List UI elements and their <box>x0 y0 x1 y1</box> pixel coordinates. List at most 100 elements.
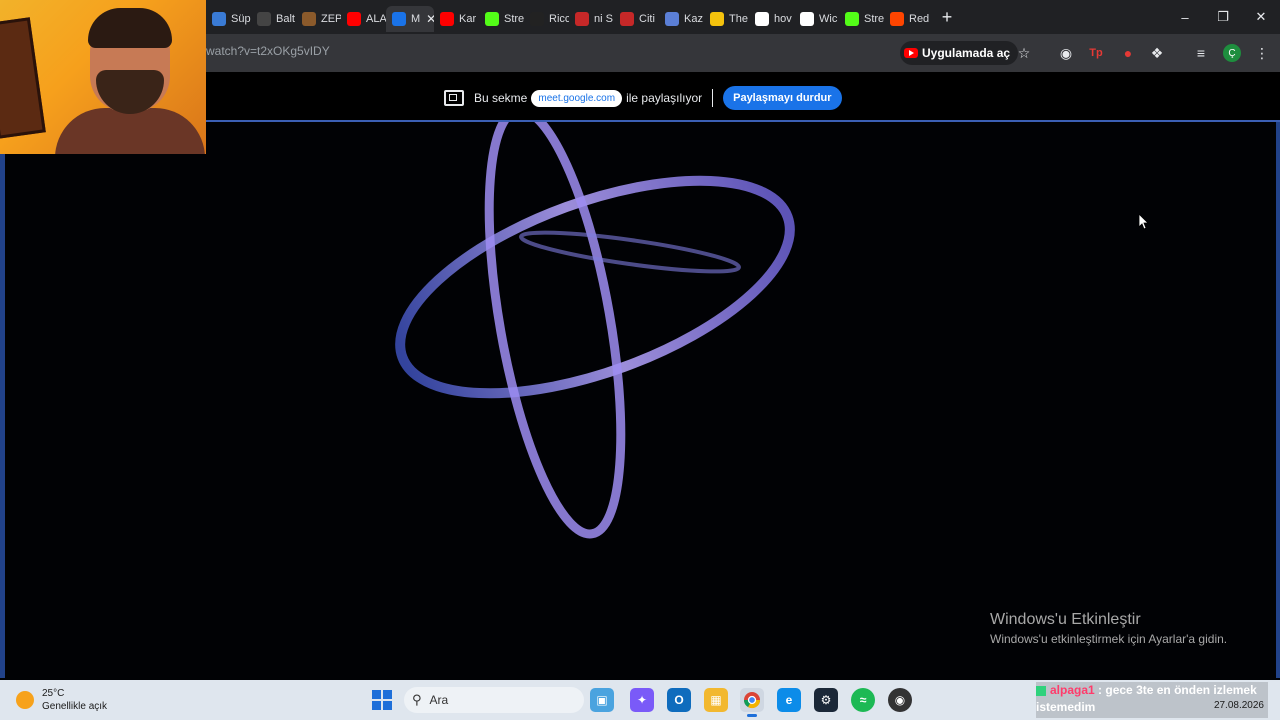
browser-tab[interactable]: ni S <box>569 6 614 32</box>
browser-tab[interactable]: Kaz <box>659 6 704 32</box>
reddit-icon <box>890 12 904 26</box>
tag-icon <box>800 12 814 26</box>
extension-tp-icon[interactable]: Tp <box>1086 43 1106 63</box>
activation-title: Windows'u Etkinleştir <box>990 611 1141 628</box>
spotify-icon[interactable]: ≈ <box>851 688 875 712</box>
browser-tab[interactable]: Kar <box>434 6 479 32</box>
browser-tab[interactable]: Balt <box>251 6 296 32</box>
note-icon <box>710 12 724 26</box>
browser-tab[interactable]: Stre <box>839 6 884 32</box>
browser-tab[interactable]: Stre <box>479 6 524 32</box>
stop-sharing-button[interactable]: Paylaşmayı durdur <box>723 86 842 110</box>
media-control-icon[interactable]: ≡ <box>1191 43 1211 63</box>
browser-tab[interactable]: Ricc <box>524 6 569 32</box>
kick-icon <box>845 12 859 26</box>
tab-label: Citi <box>639 13 655 25</box>
tab-sharing-bar: Bu sekme meet.google.com ile paylaşılıyo… <box>206 72 1280 120</box>
tab-list: Süp Balt ZEP ALA M ✕ Kar Stre Ricc ni S Citi Kaz The… <box>206 0 959 34</box>
tab-label: M <box>411 13 421 25</box>
temperature: 25°C <box>42 688 65 699</box>
tab-label: ni S <box>594 13 613 25</box>
meet-icon <box>392 12 406 26</box>
browser-tab[interactable]: Süp <box>206 6 251 32</box>
person-hair <box>88 8 172 48</box>
youtube-icon <box>904 48 918 58</box>
copilot-icon[interactable]: ✦ <box>630 688 654 712</box>
tab-label: Red <box>909 13 929 25</box>
steam-icon[interactable]: ⚙ <box>814 688 838 712</box>
doc-icon <box>665 12 679 26</box>
new-tab-icon[interactable]: + <box>935 7 959 28</box>
browser-tab[interactable]: M ✕ <box>386 6 434 32</box>
menu-kebab-icon[interactable]: ⋮ <box>1252 43 1272 63</box>
browser-tab[interactable]: ALA <box>341 6 386 32</box>
close-icon[interactable]: ✕ <box>1242 0 1280 34</box>
browser-tab[interactable]: Red <box>884 6 929 32</box>
chat-username: alpaga1 <box>1050 683 1095 697</box>
minimize-icon[interactable]: – <box>1166 0 1204 34</box>
browser-tab[interactable]: Wic <box>794 6 839 32</box>
browser-tab[interactable]: hov <box>749 6 794 32</box>
tab-label: Süp <box>231 13 251 25</box>
tab-label: Ricc <box>549 13 569 25</box>
windows-activation-watermark: Windows'u Etkinleştir Windows'u etkinleş… <box>990 611 1227 646</box>
tab-label: ALA <box>366 13 386 25</box>
tab-label: Kar <box>459 13 477 25</box>
webcam-overlay <box>0 0 206 154</box>
browser-tab[interactable]: The <box>704 6 749 32</box>
orbital-visual <box>395 122 795 539</box>
kick-icon <box>485 12 499 26</box>
open-in-app-button[interactable]: Uygulamada aç <box>900 41 1019 65</box>
tab-label: ZEP <box>321 13 341 25</box>
tab-label: Stre <box>864 13 884 25</box>
sharing-domain-link[interactable]: meet.google.com <box>531 89 623 107</box>
person-shoulders <box>55 108 205 154</box>
extensions-puzzle-icon[interactable]: ❖ <box>1147 43 1167 63</box>
browser-tab[interactable]: ZEP <box>296 6 341 32</box>
window-controls: – ❐ ✕ <box>1166 0 1280 34</box>
tab-label: Balt <box>276 13 295 25</box>
tab-label: Kaz <box>684 13 703 25</box>
video-right-border <box>1276 122 1280 678</box>
sun-icon <box>16 691 34 709</box>
obs-icon[interactable]: ◉ <box>888 688 912 712</box>
address-bar[interactable]: watch?v=t2xOKg5vIDY <box>206 44 330 58</box>
chrome-icon[interactable] <box>740 688 764 717</box>
edge-icon[interactable]: e <box>777 688 801 712</box>
sharing-suffix: ile paylaşılıyor <box>626 91 703 105</box>
tab-label: hov <box>774 13 792 25</box>
circle-icon <box>575 12 589 26</box>
windows-start-icon[interactable] <box>372 690 392 710</box>
stream-chat-overlay: alpaga1 : gece 3te en önden izlemek iste… <box>1036 682 1268 718</box>
sharing-prefix: Bu sekme <box>474 91 528 105</box>
file-explorer-icon[interactable]: ▦ <box>704 688 728 712</box>
activation-subtitle: Windows'u etkinleştirmek için Ayarlar'a … <box>990 632 1228 646</box>
youtube-icon <box>440 12 454 26</box>
weather-widget[interactable]: 25°C Genellikle açık <box>16 687 107 713</box>
weather-condition: Genellikle açık <box>42 701 108 712</box>
outlook-icon[interactable]: O <box>667 688 691 712</box>
bird-icon <box>212 12 226 26</box>
task-view-icon[interactable]: ▣ <box>590 688 614 712</box>
taskbar-search[interactable]: ⚲ Ara <box>404 687 584 713</box>
dark-icon <box>530 12 544 26</box>
browser-tab[interactable]: Citi <box>614 6 659 32</box>
tab-label: Stre <box>504 13 524 25</box>
zep-icon <box>302 12 316 26</box>
screen-share-icon <box>444 90 464 106</box>
profile-avatar-icon[interactable]: Ç <box>1223 44 1241 62</box>
video-area[interactable] <box>0 120 1280 680</box>
restore-icon[interactable]: ❐ <box>1204 0 1242 34</box>
bookmark-star-icon[interactable]: ☆ <box>1014 43 1034 63</box>
tab-label: The <box>729 13 748 25</box>
youtube-icon <box>347 12 361 26</box>
sharing-divider <box>712 89 714 107</box>
tab-close-icon[interactable]: ✕ <box>426 12 434 26</box>
chat-badge-icon <box>1036 685 1046 696</box>
extension-grammar-icon[interactable]: ◉ <box>1056 43 1076 63</box>
tab-label: Wic <box>819 13 838 25</box>
google-icon <box>755 12 769 26</box>
extension-badge-icon[interactable]: ● <box>1118 43 1138 63</box>
circle-icon <box>620 12 634 26</box>
logo-icon <box>257 12 271 26</box>
